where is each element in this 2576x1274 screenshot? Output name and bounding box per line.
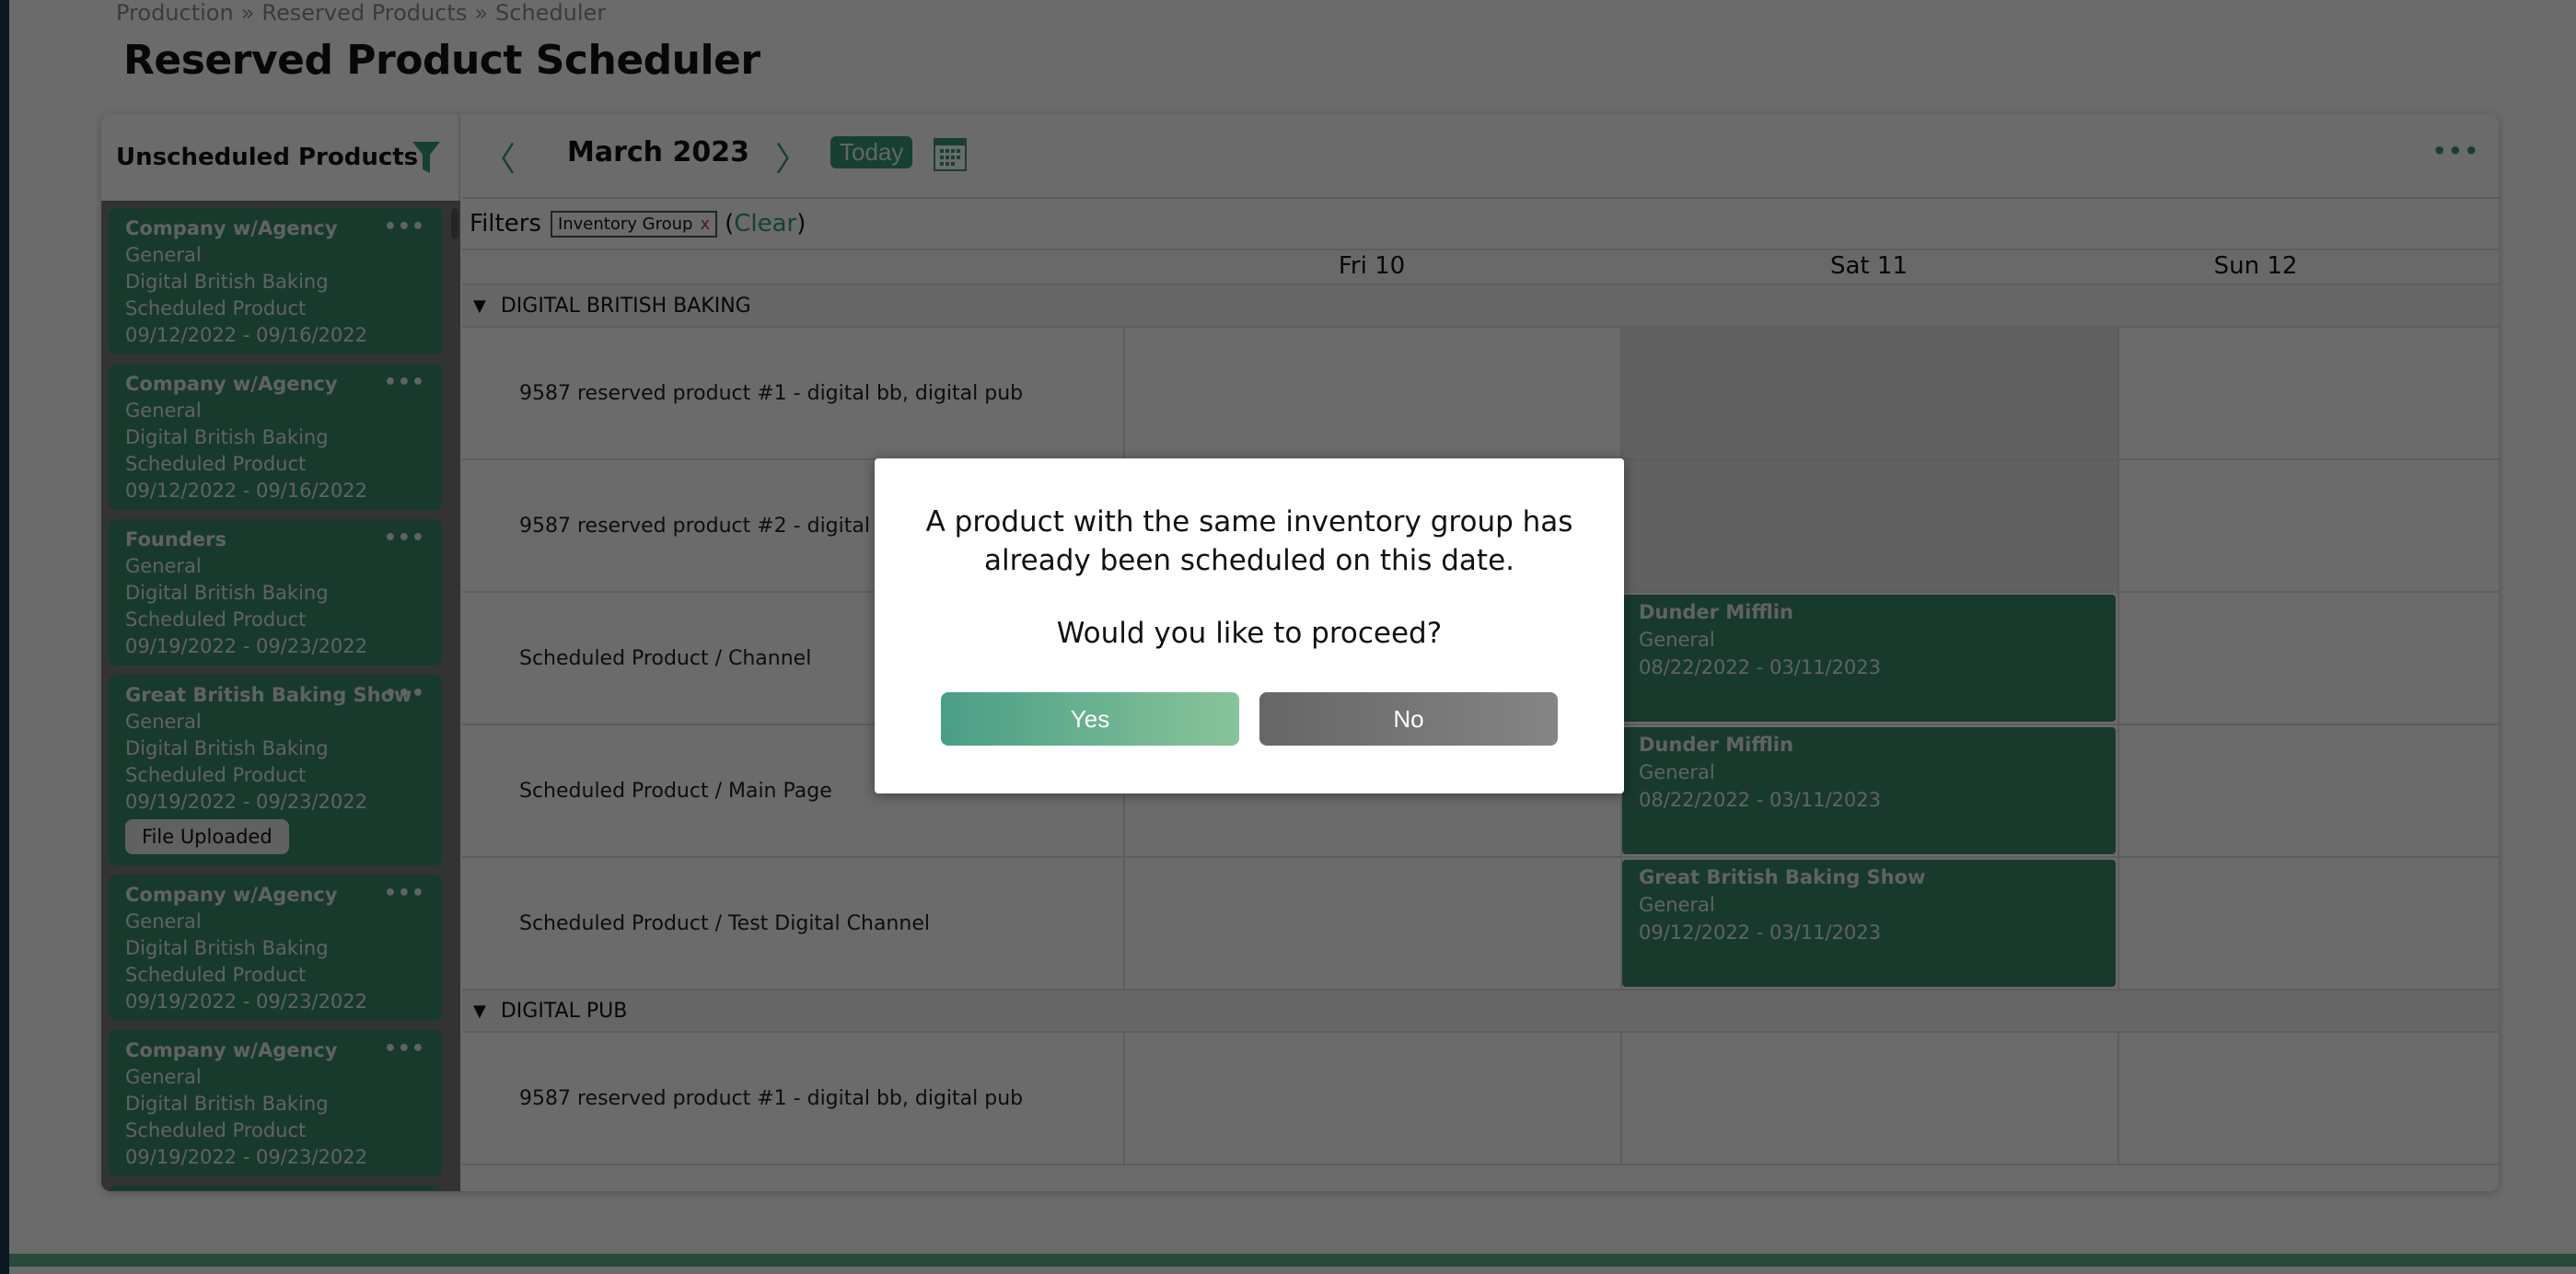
dialog-question: Would you like to proceed? — [1056, 617, 1443, 650]
confirm-dialog: A product with the same inventory group … — [875, 458, 1624, 793]
dialog-buttons: Yes No — [941, 692, 1558, 746]
yes-button[interactable]: Yes — [941, 692, 1239, 746]
dialog-message: A product with the same inventory group … — [925, 505, 1573, 577]
no-button[interactable]: No — [1259, 692, 1558, 746]
